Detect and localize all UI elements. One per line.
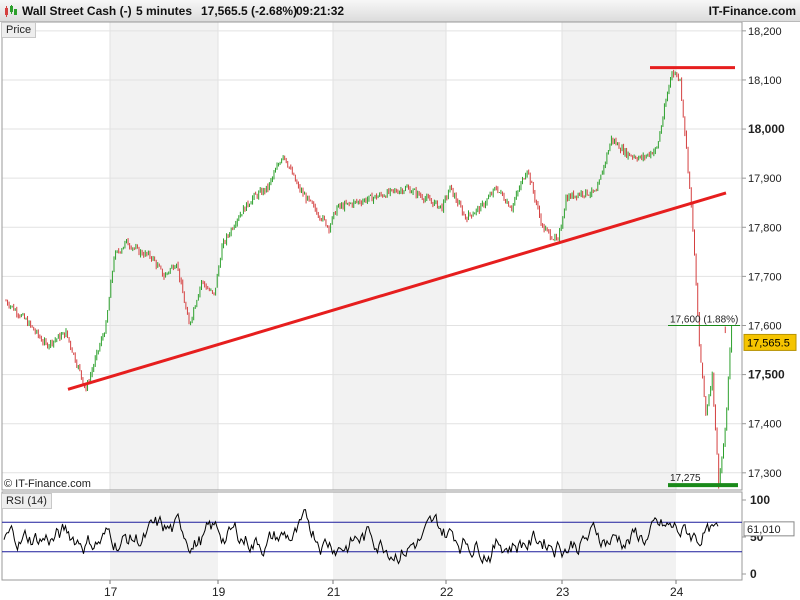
last-price-label: 17,565.5 (747, 337, 790, 349)
rsi-last-label: 61,010 (747, 524, 781, 536)
price-pane-label: Price (1, 22, 37, 38)
price-y-tick-label: 18,100 (748, 75, 782, 87)
weekend-band-price (562, 22, 676, 490)
price-y-tick-label: 17,800 (748, 222, 782, 234)
timeframe[interactable]: 5 minutes (136, 4, 192, 18)
instrument-name: Wall Street Cash (-) (22, 4, 132, 18)
copyright-credit: © IT-Finance.com (4, 478, 91, 490)
x-axis-tick-label: 19 (212, 585, 226, 599)
x-axis-tick-label: 24 (670, 585, 684, 599)
support-level-label: 17,275 (670, 473, 701, 484)
price-y-tick-label: 17,300 (748, 468, 782, 480)
price-y-tick-label: 17,500 (748, 368, 785, 382)
weekend-band-rsi (333, 492, 446, 580)
chart-canvas: 18,200 18,100 18,000 17,900 17,800 17,700 17,6… (1, 21, 797, 599)
window-header: Wall Street Cash (-) 5 minutes 17,565.5 … (0, 0, 800, 22)
rsi-pane-label: RSI (14) (1, 493, 52, 509)
target-level-label: 17,600 (1.88%) (670, 314, 738, 325)
rsi-y-tick-label: 0 (750, 567, 757, 581)
x-axis-tick-label: 17 (104, 585, 118, 599)
x-axis-tick-label: 21 (327, 585, 341, 599)
price-y-tick-label: 18,200 (748, 26, 782, 38)
rsi-y-tick-label: 100 (750, 493, 770, 507)
price-y-tick-label: 17,400 (748, 419, 782, 431)
price-y-tick-label: 17,900 (748, 173, 782, 185)
x-axis-tick-label: 22 (440, 585, 454, 599)
candlestick-logo-icon (5, 5, 17, 17)
weekend-band-price (110, 22, 218, 490)
weekend-band-price (333, 22, 446, 490)
price-y-tick-label: 18,000 (748, 122, 785, 136)
price-y-tick-label: 17,700 (748, 271, 782, 283)
last-change: 17,565.5 (-2.68%) (201, 4, 298, 18)
clock-time: 09:21:32 (296, 4, 345, 18)
brand-name: IT-Finance.com (708, 4, 796, 18)
x-axis-tick-label: 23 (556, 585, 570, 599)
price-y-tick-label: 17,600 (748, 320, 782, 332)
